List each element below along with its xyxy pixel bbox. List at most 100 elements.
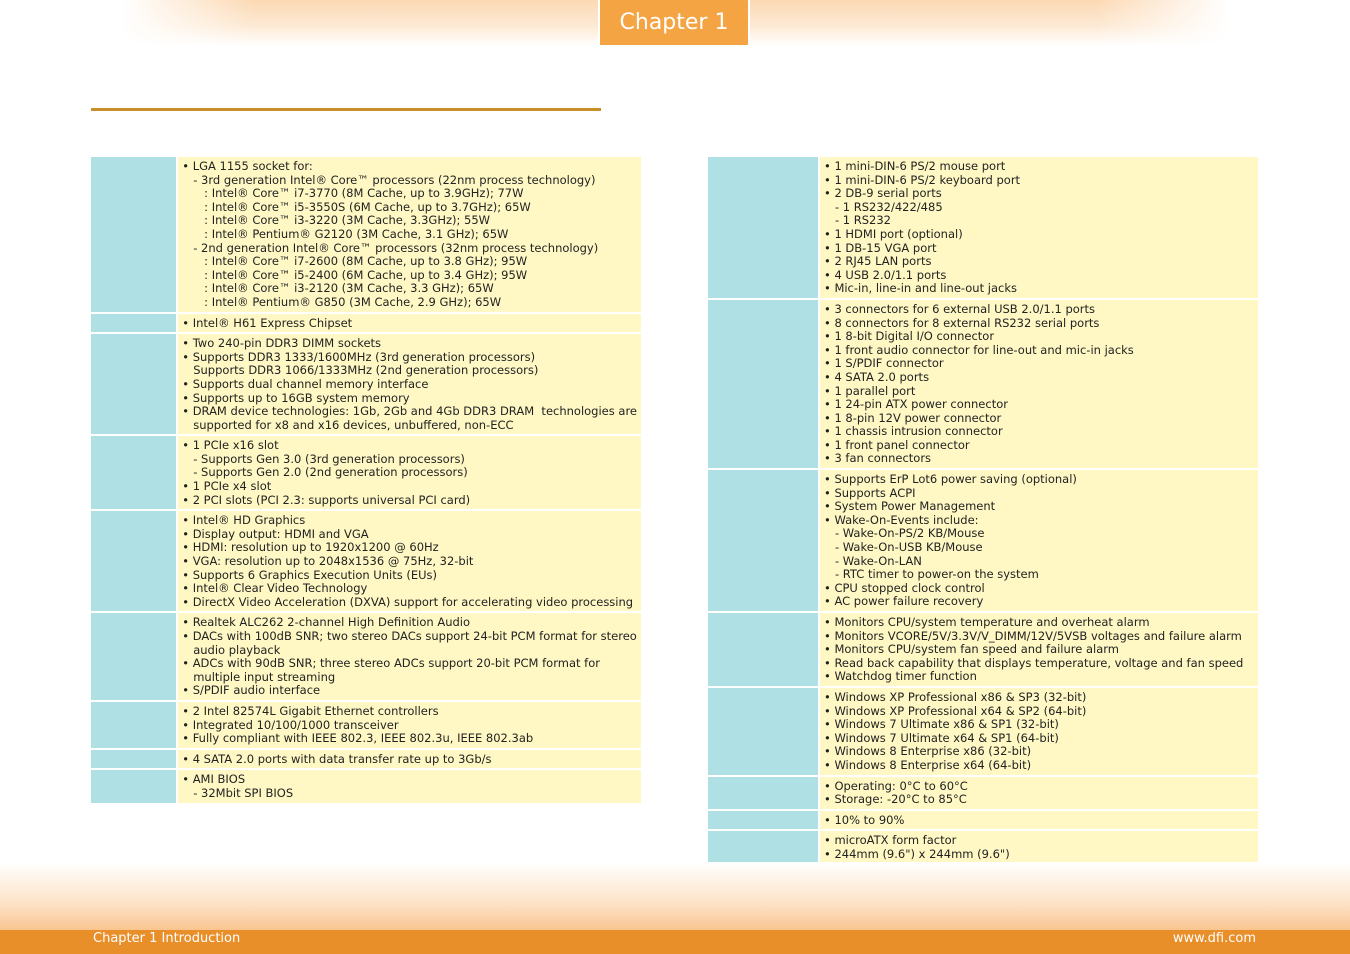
- spec-content-cell: • Two 240-pin DDR3 DIMM sockets • Support…: [178, 334, 641, 435]
- spec-line: • Two 240-pin DDR3 DIMM sockets: [182, 336, 382, 351]
- spec-label-cell: [708, 687, 820, 775]
- spec-line: • VGA: resolution up to 2048x1536 @ 75Hz…: [182, 554, 474, 569]
- spec-line: • Supports ACPI: [824, 485, 916, 500]
- spec-line: • Supports up to 16GB system memory: [182, 390, 410, 405]
- spec-line: • 10% to 90%: [824, 812, 905, 827]
- spec-line: : Intel® Core™ i7-3770 (8M Cache, up to …: [182, 186, 524, 201]
- spec-line: • 3 fan connectors: [824, 451, 932, 466]
- spec-content-cell: • Windows XP Professional x86 & SP3 (32-…: [820, 687, 1258, 775]
- spec-line: • Wake-On-Events include:: [824, 512, 979, 527]
- spec-table-left: • LGA 1155 socket for: - 3rd generation …: [91, 155, 641, 805]
- spec-row: • Supports ErP Lot6 power saving (option…: [708, 470, 1258, 611]
- spec-line: • Intel® Clear Video Technology: [182, 581, 368, 596]
- spec-content-cell: • Operating: 0°C to 60°C • Storage: -20°C…: [820, 776, 1258, 809]
- spec-line: - Supports Gen 2.0 (2nd generation proce…: [182, 465, 468, 480]
- spec-line: • Supports 6 Graphics Execution Units (E…: [182, 567, 438, 582]
- spec-row: • Intel® H61 Express Chipset: [91, 313, 641, 333]
- spec-line: • Monitors VCORE/5V/3.3V/V_DIMM/12V/5VSB…: [824, 628, 1242, 643]
- spec-label-cell: [91, 313, 179, 333]
- spec-line: • Storage: -20°C to 85°C: [824, 792, 967, 807]
- spec-line: : Intel® Core™ i3-3220 (3M Cache, 3.3GHz…: [182, 213, 491, 228]
- spec-line: • Intel® H61 Express Chipset: [182, 315, 353, 330]
- spec-line: • Monitors CPU/system temperature and ov…: [824, 615, 1150, 629]
- spec-line: • 1 PCIe x16 slot: [182, 438, 279, 453]
- spec-label-cell: [91, 334, 179, 435]
- spec-label-cell: [91, 770, 179, 803]
- spec-line: - Supports Gen 3.0 (3rd generation proce…: [182, 451, 465, 466]
- spec-line: • 3 connectors for 6 external USB 2.0/1.…: [824, 301, 1096, 316]
- spec-row: • 1 PCIe x16 slot - Supports Gen 3.0 (3r…: [91, 436, 641, 510]
- spec-line: supported for x8 and x16 devices, unbuff…: [182, 417, 514, 432]
- spec-line: • 4 SATA 2.0 ports: [824, 369, 930, 384]
- spec-line: audio playback: [182, 642, 281, 657]
- spec-line: • 1 HDMI port (optional): [824, 226, 963, 241]
- spec-line: • Realtek ALC262 2-channel High Definiti…: [182, 615, 471, 630]
- spec-line: • Supports DDR3 1333/1600MHz (3rd genera…: [182, 349, 536, 364]
- spec-line: : Intel® Core™ i7-2600 (8M Cache, up to …: [182, 254, 528, 269]
- spec-content-cell: • 3 connectors for 6 external USB 2.0/1.…: [820, 299, 1258, 469]
- spec-line: - 3rd generation Intel® Core™ processors…: [182, 172, 596, 187]
- spec-label-cell: [708, 157, 820, 298]
- spec-line: • Windows 8 Enterprise x86 (32-bit): [824, 744, 1032, 759]
- spec-line: • 1 S/PDIF connector: [824, 356, 944, 371]
- spec-line: • 2 PCI slots (PCI 2.3: supports univers…: [182, 492, 471, 507]
- spec-line: • ADCs with 90dB SNR; three stereo ADCs …: [182, 656, 600, 671]
- spec-line: • Display output: HDMI and VGA: [182, 526, 369, 541]
- spec-line: • 1 24-pin ATX power connector: [824, 397, 1008, 412]
- spec-line: - Wake-On-USB KB/Mouse: [824, 540, 983, 555]
- spec-content-cell: • Realtek ALC262 2-channel High Definiti…: [178, 613, 641, 700]
- spec-content-cell: • Supports ErP Lot6 power saving (option…: [820, 470, 1258, 611]
- spec-line: - 32Mbit SPI BIOS: [182, 785, 294, 800]
- spec-line: - Wake-On-PS/2 KB/Mouse: [824, 526, 985, 541]
- spec-line: • 1 front audio connector for line-out a…: [824, 342, 1134, 357]
- spec-line: : Intel® Core™ i5-2400 (6M Cache, up to …: [182, 267, 528, 282]
- spec-row: • AMI BIOS - 32Mbit SPI BIOS: [91, 770, 641, 803]
- spec-line: • 1 PCIe x4 slot: [182, 479, 272, 494]
- spec-label-cell: [91, 613, 179, 700]
- spec-row: • microATX form factor • 244mm (9.6") x 2…: [708, 831, 1258, 864]
- spec-content-cell: • 2 Intel 82574L Gigabit Ethernet contro…: [178, 701, 641, 748]
- spec-line: • Watchdog timer function: [824, 669, 977, 684]
- spec-line: multiple input streaming: [182, 669, 336, 684]
- spec-line: • Intel® HD Graphics: [182, 513, 306, 528]
- spec-label-cell: [708, 299, 820, 469]
- spec-row: • 4 SATA 2.0 ports with data transfer ra…: [91, 749, 641, 769]
- spec-content-cell: • LGA 1155 socket for: - 3rd generation …: [178, 157, 641, 312]
- spec-line: • DRAM device technologies: 1Gb, 2Gb and…: [182, 404, 637, 419]
- spec-label-cell: [708, 810, 820, 830]
- spec-line: • Supports ErP Lot6 power saving (option…: [824, 472, 1077, 487]
- spec-line: • Windows 7 Ultimate x64 & SP1 (64-bit): [824, 730, 1059, 745]
- spec-label-cell: [91, 749, 179, 769]
- spec-content-cell: • Intel® H61 Express Chipset: [178, 313, 641, 333]
- spec-line: • Windows XP Professional x64 & SP2 (64-…: [824, 703, 1087, 718]
- spec-row: • 2 Intel 82574L Gigabit Ethernet contro…: [91, 701, 641, 748]
- spec-line: • microATX form factor: [824, 833, 957, 848]
- spec-line: • Operating: 0°C to 60°C: [824, 778, 968, 793]
- spec-line: • Read back capability that displays tem…: [824, 655, 1244, 670]
- spec-line: • CPU stopped clock control: [824, 580, 985, 595]
- spec-label-cell: [708, 831, 820, 864]
- spec-line: • Supports dual channel memory interface: [182, 376, 429, 391]
- spec-table-right: • 1 mini-DIN-6 PS/2 mouse port • 1 mini-D…: [708, 155, 1258, 886]
- footer-chapter-label: Chapter 1 Introduction: [93, 931, 241, 946]
- spec-row: • LGA 1155 socket for: - 3rd generation …: [91, 157, 641, 312]
- spec-content-cell: • Monitors CPU/system temperature and ov…: [820, 613, 1258, 686]
- spec-line: • LGA 1155 socket for:: [182, 159, 313, 173]
- spec-line: : Intel® Core™ i5-3550S (6M Cache, up to…: [182, 199, 531, 214]
- spec-line: • 2 DB-9 serial ports: [824, 186, 942, 201]
- spec-line: - 2nd generation Intel® Core™ processors…: [182, 240, 599, 255]
- spec-label-cell: [91, 157, 179, 312]
- spec-line: • Integrated 10/100/1000 transceiver: [182, 717, 399, 732]
- spec-content-cell: • 1 mini-DIN-6 PS/2 mouse port • 1 mini-D…: [820, 157, 1258, 298]
- spec-row: • Intel® HD Graphics • Display output: HD…: [91, 511, 641, 612]
- spec-label-cell: [91, 701, 179, 748]
- spec-line: Supports DDR3 1066/1333MHz (2nd generati…: [182, 363, 539, 378]
- spec-label-cell: [708, 470, 820, 611]
- spec-line: • 244mm (9.6") x 244mm (9.6"): [824, 846, 1010, 861]
- spec-line: : Intel® Pentium® G850 (3M Cache, 2.9 GH…: [182, 294, 502, 309]
- footer-website: www.dfi.com: [1172, 931, 1256, 946]
- spec-label-cell: [708, 776, 820, 809]
- spec-line: • DACs with 100dB SNR; two stereo DACs s…: [182, 629, 637, 643]
- spec-line: • AMI BIOS: [182, 772, 246, 787]
- spec-line: • 1 mini-DIN-6 PS/2 keyboard port: [824, 172, 1021, 187]
